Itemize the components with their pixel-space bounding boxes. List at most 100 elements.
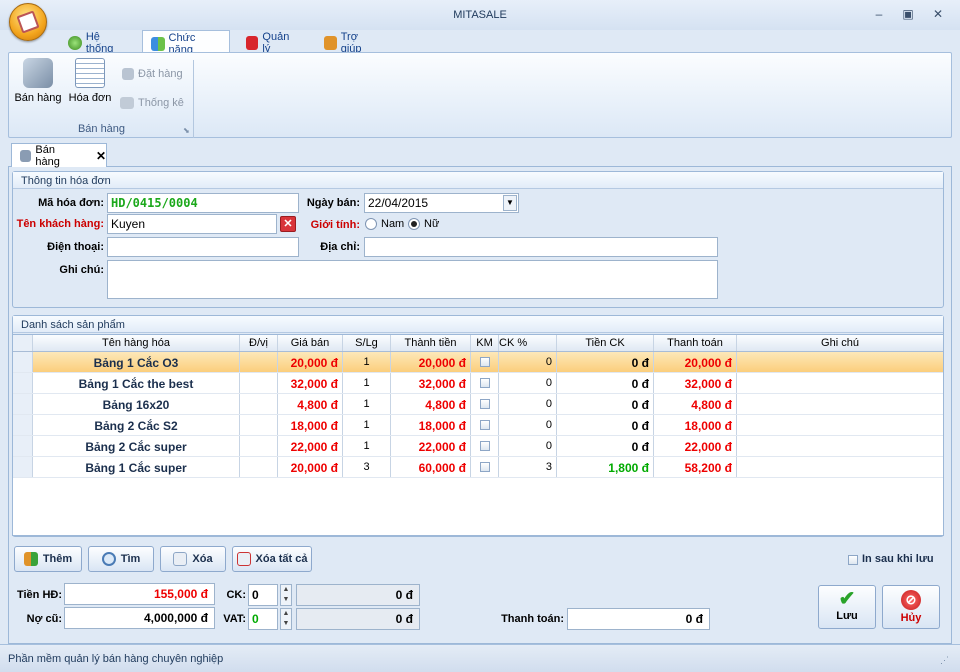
gender-male-radio[interactable]: Nam: [365, 218, 404, 230]
price-cell[interactable]: 22,000 đ: [278, 436, 343, 456]
note-cell[interactable]: [737, 352, 943, 372]
total-cell[interactable]: 4,800 đ: [391, 394, 471, 414]
quantity-cell[interactable]: 1: [343, 436, 391, 456]
col-header[interactable]: Đ/vị: [240, 335, 278, 351]
unit-cell[interactable]: [240, 457, 278, 477]
table-row[interactable]: Bảng 1 Cắc the best 32,000 đ 1 32,000 đ00 đ…: [13, 373, 943, 394]
customer-field[interactable]: Kuyen: [107, 214, 277, 234]
note-cell[interactable]: [737, 394, 943, 414]
tab-tro-giup[interactable]: Trợ giúp: [316, 30, 386, 55]
cancel-button[interactable]: ⊘ Hủy: [882, 585, 940, 629]
resize-grip-icon[interactable]: ⋰: [940, 655, 949, 666]
row-selector-cell[interactable]: [13, 457, 33, 477]
note-cell[interactable]: [737, 436, 943, 456]
unit-cell[interactable]: [240, 394, 278, 414]
spin-arrows-icon[interactable]: ▲ ▼: [280, 608, 292, 630]
product-name-cell[interactable]: Bảng 16x20: [33, 394, 240, 414]
quantity-cell[interactable]: 1: [343, 352, 391, 372]
tab-chuc-nang[interactable]: Chức năng: [142, 30, 230, 56]
col-header[interactable]: KM: [471, 335, 499, 351]
unit-cell[interactable]: [240, 373, 278, 393]
old-debt-field[interactable]: 4,000,000 đ: [64, 607, 215, 629]
total-cell[interactable]: 20,000 đ: [391, 352, 471, 372]
col-header[interactable]: S/Lg: [343, 335, 391, 351]
thong-ke-button[interactable]: Thống kê: [120, 97, 184, 109]
add-button[interactable]: Thêm: [14, 546, 82, 572]
promo-checkbox[interactable]: [471, 415, 499, 435]
discount-percent-cell[interactable]: 0: [499, 415, 557, 435]
product-name-cell[interactable]: Bảng 1 Cắc the best: [33, 373, 240, 393]
total-cell[interactable]: 60,000 đ: [391, 457, 471, 477]
discount-percent-cell[interactable]: 0: [499, 352, 557, 372]
product-name-cell[interactable]: Bảng 2 Cắc S2: [33, 415, 240, 435]
discount-percent-cell[interactable]: 0: [499, 394, 557, 414]
payment-cell[interactable]: 18,000 đ: [654, 415, 737, 435]
tab-quan-ly[interactable]: Quản lý: [238, 30, 304, 55]
payment-cell[interactable]: 32,000 đ: [654, 373, 737, 393]
clear-customer-icon[interactable]: ✕: [280, 216, 296, 232]
col-header[interactable]: Tên hàng hóa: [33, 335, 240, 351]
vat-spinner[interactable]: 0: [248, 608, 278, 630]
discount-amount-cell[interactable]: 0 đ: [557, 394, 654, 414]
table-row[interactable]: Bảng 1 Cắc O3 20,000 đ 1 20,000 đ00 đ 20,000…: [13, 352, 943, 373]
product-name-cell[interactable]: Bảng 1 Cắc super: [33, 457, 240, 477]
price-cell[interactable]: 20,000 đ: [278, 352, 343, 372]
price-cell[interactable]: 20,000 đ: [278, 457, 343, 477]
payment-cell[interactable]: 58,200 đ: [654, 457, 737, 477]
col-header[interactable]: Thanh toán: [654, 335, 737, 351]
payment-cell[interactable]: 4,800 đ: [654, 394, 737, 414]
invoice-code-field[interactable]: HD/0415/0004: [107, 193, 299, 213]
promo-checkbox[interactable]: [471, 457, 499, 477]
table-row[interactable]: Bảng 2 Cắc S2 18,000 đ 1 18,000 đ00 đ 18,000…: [13, 415, 943, 436]
phone-field[interactable]: [107, 237, 299, 257]
minimize-button[interactable]: –: [868, 7, 890, 23]
table-row[interactable]: Bảng 1 Cắc super 20,000 đ 3 60,000 đ 3 1,800 …: [13, 457, 943, 478]
ck-spinner[interactable]: 0: [248, 584, 278, 606]
chevron-down-icon[interactable]: ▼: [503, 195, 517, 211]
promo-checkbox[interactable]: [471, 394, 499, 414]
gender-female-radio[interactable]: Nữ: [408, 218, 439, 230]
delete-all-button[interactable]: Xóa tất cả: [232, 546, 312, 572]
find-button[interactable]: Tìm: [88, 546, 154, 572]
quantity-cell[interactable]: 1: [343, 394, 391, 414]
unit-cell[interactable]: [240, 436, 278, 456]
spin-arrows-icon[interactable]: ▲ ▼: [280, 584, 292, 606]
payment-field[interactable]: 0 đ: [567, 608, 710, 630]
doc-tab-ban-hang[interactable]: Bán hàng ✕: [11, 143, 107, 168]
product-name-cell[interactable]: Bảng 1 Cắc O3: [33, 352, 240, 372]
quantity-cell[interactable]: 1: [343, 415, 391, 435]
product-name-cell[interactable]: Bảng 2 Cắc super: [33, 436, 240, 456]
note-cell[interactable]: [737, 373, 943, 393]
ban-hang-button[interactable]: Bán hàng: [14, 58, 62, 104]
col-header[interactable]: Tiền CK: [557, 335, 654, 351]
promo-checkbox[interactable]: [471, 436, 499, 456]
price-cell[interactable]: 4,800 đ: [278, 394, 343, 414]
hoa-don-button[interactable]: Hóa đơn: [66, 58, 114, 104]
discount-amount-cell[interactable]: 0 đ: [557, 373, 654, 393]
col-header[interactable]: Giá bán: [278, 335, 343, 351]
quantity-cell[interactable]: 3: [343, 457, 391, 477]
row-selector-cell[interactable]: [13, 373, 33, 393]
note-field[interactable]: [107, 260, 718, 299]
delete-button[interactable]: Xóa: [160, 546, 226, 572]
total-cell[interactable]: 18,000 đ: [391, 415, 471, 435]
app-menu-button[interactable]: [9, 3, 47, 41]
price-cell[interactable]: 32,000 đ: [278, 373, 343, 393]
discount-percent-cell[interactable]: 3: [499, 457, 557, 477]
close-button[interactable]: ✕: [927, 7, 949, 23]
address-field[interactable]: [364, 237, 718, 257]
save-button[interactable]: ✔ Lưu: [818, 585, 876, 629]
discount-percent-cell[interactable]: 0: [499, 436, 557, 456]
discount-amount-cell[interactable]: 1,800 đ: [557, 457, 654, 477]
promo-checkbox[interactable]: [471, 352, 499, 372]
total-cell[interactable]: 32,000 đ: [391, 373, 471, 393]
select-all-cell[interactable]: [13, 335, 33, 351]
unit-cell[interactable]: [240, 415, 278, 435]
discount-amount-cell[interactable]: 0 đ: [557, 436, 654, 456]
row-selector-cell[interactable]: [13, 394, 33, 414]
table-row[interactable]: Bảng 2 Cắc super 22,000 đ 1 22,000 đ00 đ 22,…: [13, 436, 943, 457]
row-selector-cell[interactable]: [13, 436, 33, 456]
table-row[interactable]: Bảng 16x20 4,800 đ 1 4,800 đ00 đ 4,800 đ: [13, 394, 943, 415]
col-header[interactable]: Thành tiền: [391, 335, 471, 351]
note-cell[interactable]: [737, 457, 943, 477]
